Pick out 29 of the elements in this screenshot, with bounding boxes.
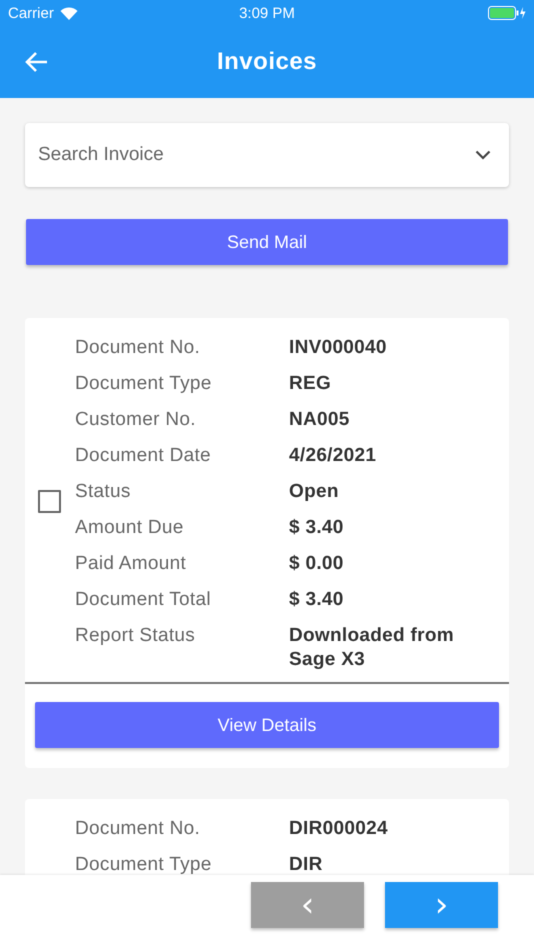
search-dropdown[interactable]: Search Invoice xyxy=(25,123,509,187)
field-label: Document Type xyxy=(75,853,213,875)
field-value: INV000040 xyxy=(289,336,388,360)
field-label: Document No. xyxy=(75,336,202,360)
field-value: Open xyxy=(289,480,340,504)
next-page-button[interactable]: › xyxy=(385,882,498,928)
page-title: Invoices xyxy=(216,48,318,76)
field-value: $ 3.40 xyxy=(289,588,345,612)
carrier-name: Carrier xyxy=(8,4,54,22)
field-label: Paid Amount xyxy=(75,552,188,576)
field-label: Document Type xyxy=(75,372,213,396)
field-value: Downloaded from Sage X3 xyxy=(289,624,455,672)
field-label: Customer No. xyxy=(75,408,197,432)
field-value: NA005 xyxy=(289,408,351,432)
field-value: DIR000024 xyxy=(289,817,389,841)
send-mail-button[interactable]: Send Mail xyxy=(26,219,508,265)
field-value: 4/26/2021 xyxy=(289,444,378,468)
field-value: $ 0.00 xyxy=(289,552,345,576)
view-details-button[interactable]: View Details xyxy=(35,702,499,748)
field-label: Document Date xyxy=(75,444,212,468)
field-label: Amount Due xyxy=(75,516,185,540)
field-label: Report Status xyxy=(75,624,196,648)
field-label: Document Total xyxy=(75,588,212,612)
field-label: Document No. xyxy=(75,817,202,841)
field-label: Status xyxy=(75,480,132,504)
field-value: $ 3.40 xyxy=(289,516,345,540)
field-value: REG xyxy=(289,372,332,396)
field-value: DIR xyxy=(289,853,324,875)
status-time: 3:09 PM xyxy=(239,4,295,22)
